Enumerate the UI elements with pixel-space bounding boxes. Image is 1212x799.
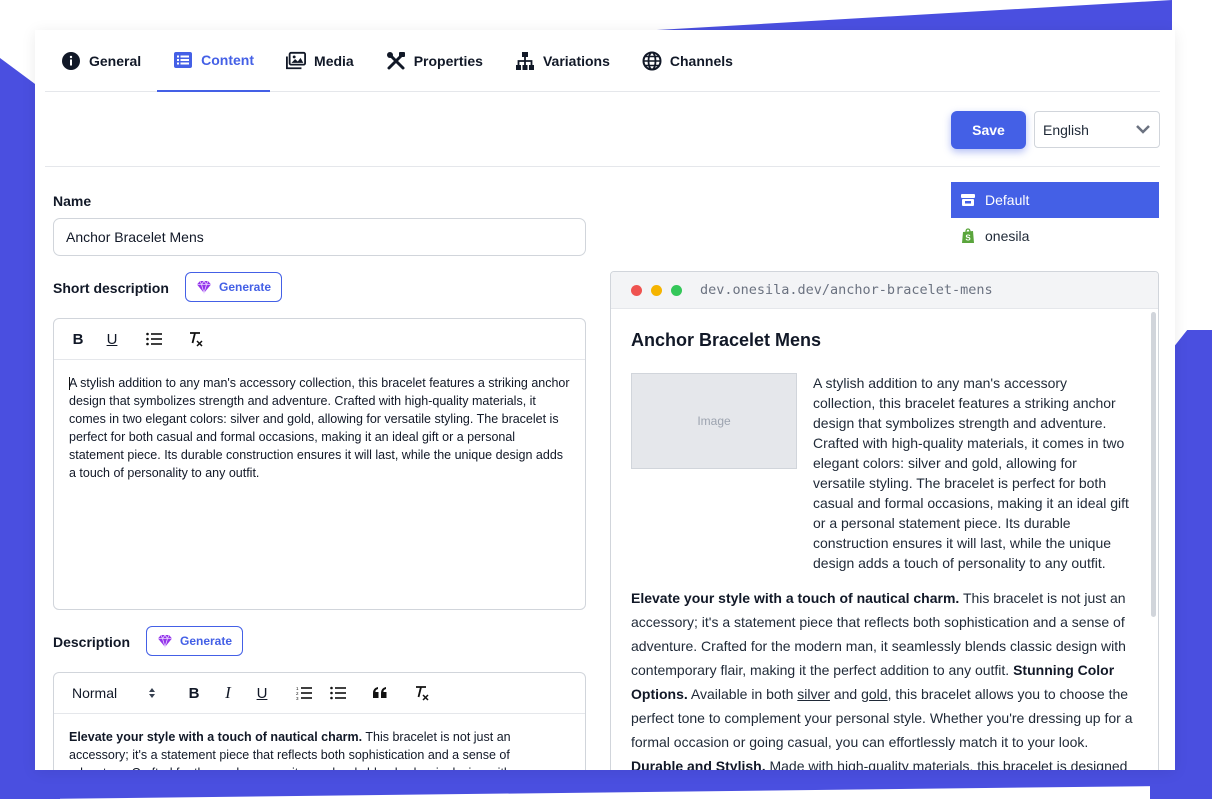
bold-button[interactable]: B [64,325,92,353]
tab-label: Media [314,53,354,69]
tab-content[interactable]: Content [157,30,271,92]
short-description-label: Short description [53,280,169,296]
svg-text:S: S [965,234,971,243]
channel-label: onesila [985,228,1030,244]
preview-silver: silver [797,686,830,702]
gem-icon [197,280,211,295]
chevron-down-icon [1136,125,1150,134]
background-shape-bottom [40,765,1212,799]
underline-button[interactable]: U [98,325,126,353]
product-content-card: General Content Media Properties Variati… [35,30,1175,770]
save-button[interactable]: Save [951,111,1026,149]
description-text[interactable]: Elevate your style with a touch of nauti… [54,714,585,770]
info-icon [62,52,80,70]
preview-url: dev.onesila.dev/anchor-bracelet-mens [700,282,993,298]
generate-label: Generate [219,280,272,294]
language-select[interactable]: English [1034,111,1160,148]
clear-format-icon [416,686,429,701]
tab-variations[interactable]: Variations [499,30,626,92]
blockquote-button[interactable] [366,679,394,707]
tab-general[interactable]: General [45,30,157,92]
action-bar: Save English [45,92,1160,167]
preview-scrollbar[interactable] [1151,312,1156,617]
globe-icon [642,51,662,71]
channel-label: Default [985,192,1030,208]
quote-icon [373,687,387,698]
clear-format-button[interactable] [182,325,210,353]
language-value: English [1043,121,1089,138]
maximize-dot [671,284,682,296]
underline-button[interactable]: U [248,679,276,707]
bullet-list-button[interactable] [140,325,168,353]
minimize-dot [651,284,662,296]
tab-label: Channels [669,53,733,69]
preview-short-description: A stylish addition to any man's accessor… [813,375,1129,571]
shopify-icon: S [962,228,974,243]
browser-bar: dev.onesila.dev/anchor-bracelet-mens [611,272,1158,309]
editor-toolbar: Normal B I U 123 [54,673,585,714]
bullet-list-icon [146,332,162,346]
text-format-select[interactable]: Normal [64,679,164,707]
tools-icon [386,52,405,70]
gem-icon [158,634,172,649]
tab-media[interactable]: Media [270,30,370,92]
description-bold-lead: Elevate your style with a touch of nauti… [69,730,363,744]
generate-short-description-button[interactable]: Generate [185,272,283,302]
ordered-list-button[interactable]: 123 [290,679,318,707]
ordered-list-icon: 123 [296,686,312,700]
preview-image-placeholder: Image [631,373,797,469]
preview-title: Anchor Bracelet Mens [631,330,822,350]
tab-properties[interactable]: Properties [370,30,499,92]
tab-label: General [89,53,142,69]
sitemap-icon [515,52,534,70]
bold-button[interactable]: B [180,679,208,707]
channel-list: Default S onesila [951,182,1159,254]
tab-label: Variations [542,53,610,69]
sort-arrows-icon [149,688,155,698]
preview-and: and [829,686,862,702]
clear-format-icon [190,332,203,347]
generate-description-button[interactable]: Generate [146,626,244,656]
preview-text-3: Made with high-quality materials, this b… [765,758,1128,770]
text-format-value: Normal [72,685,118,701]
svg-text:3: 3 [296,696,299,700]
description-label: Description [53,634,131,650]
short-description-editor: B U A stylish addition to any man's acce… [53,318,586,610]
preview-gold: gold [861,686,888,702]
clear-format-button[interactable] [408,679,436,707]
name-field[interactable] [53,218,586,256]
generate-label: Generate [180,634,233,648]
channel-item-onesila[interactable]: S onesila [951,218,1159,254]
editor-toolbar: B U [54,319,585,360]
tab-label: Properties [413,53,483,69]
preview-bold-1: Elevate your style with a touch of nauti… [631,590,960,606]
preview-bold-3: Durable and Stylish. [631,758,766,770]
description-editor: Normal B I U 123 Elevate your style with… [53,672,586,770]
italic-button[interactable]: I [214,679,242,707]
name-label: Name [53,193,92,209]
short-description-content: A stylish addition to any man's accessor… [69,376,570,480]
preview-text-2a: Available in both [687,686,798,702]
bullet-list-icon [330,686,346,700]
tab-label: Content [201,52,255,68]
tab-channels[interactable]: Channels [626,30,749,92]
image-placeholder-label: Image [697,414,731,428]
short-description-text[interactable]: A stylish addition to any man's accessor… [54,360,585,496]
store-icon [961,194,975,206]
bullet-list-button[interactable] [324,679,352,707]
channel-item-default[interactable]: Default [951,182,1159,218]
preview-description: Elevate your style with a touch of nauti… [631,586,1136,770]
close-dot [631,284,642,296]
images-icon [286,51,307,70]
storefront-preview: dev.onesila.dev/anchor-bracelet-mens Anc… [610,271,1159,770]
tab-bar: General Content Media Properties Variati… [45,30,1160,92]
list-icon [174,52,193,68]
